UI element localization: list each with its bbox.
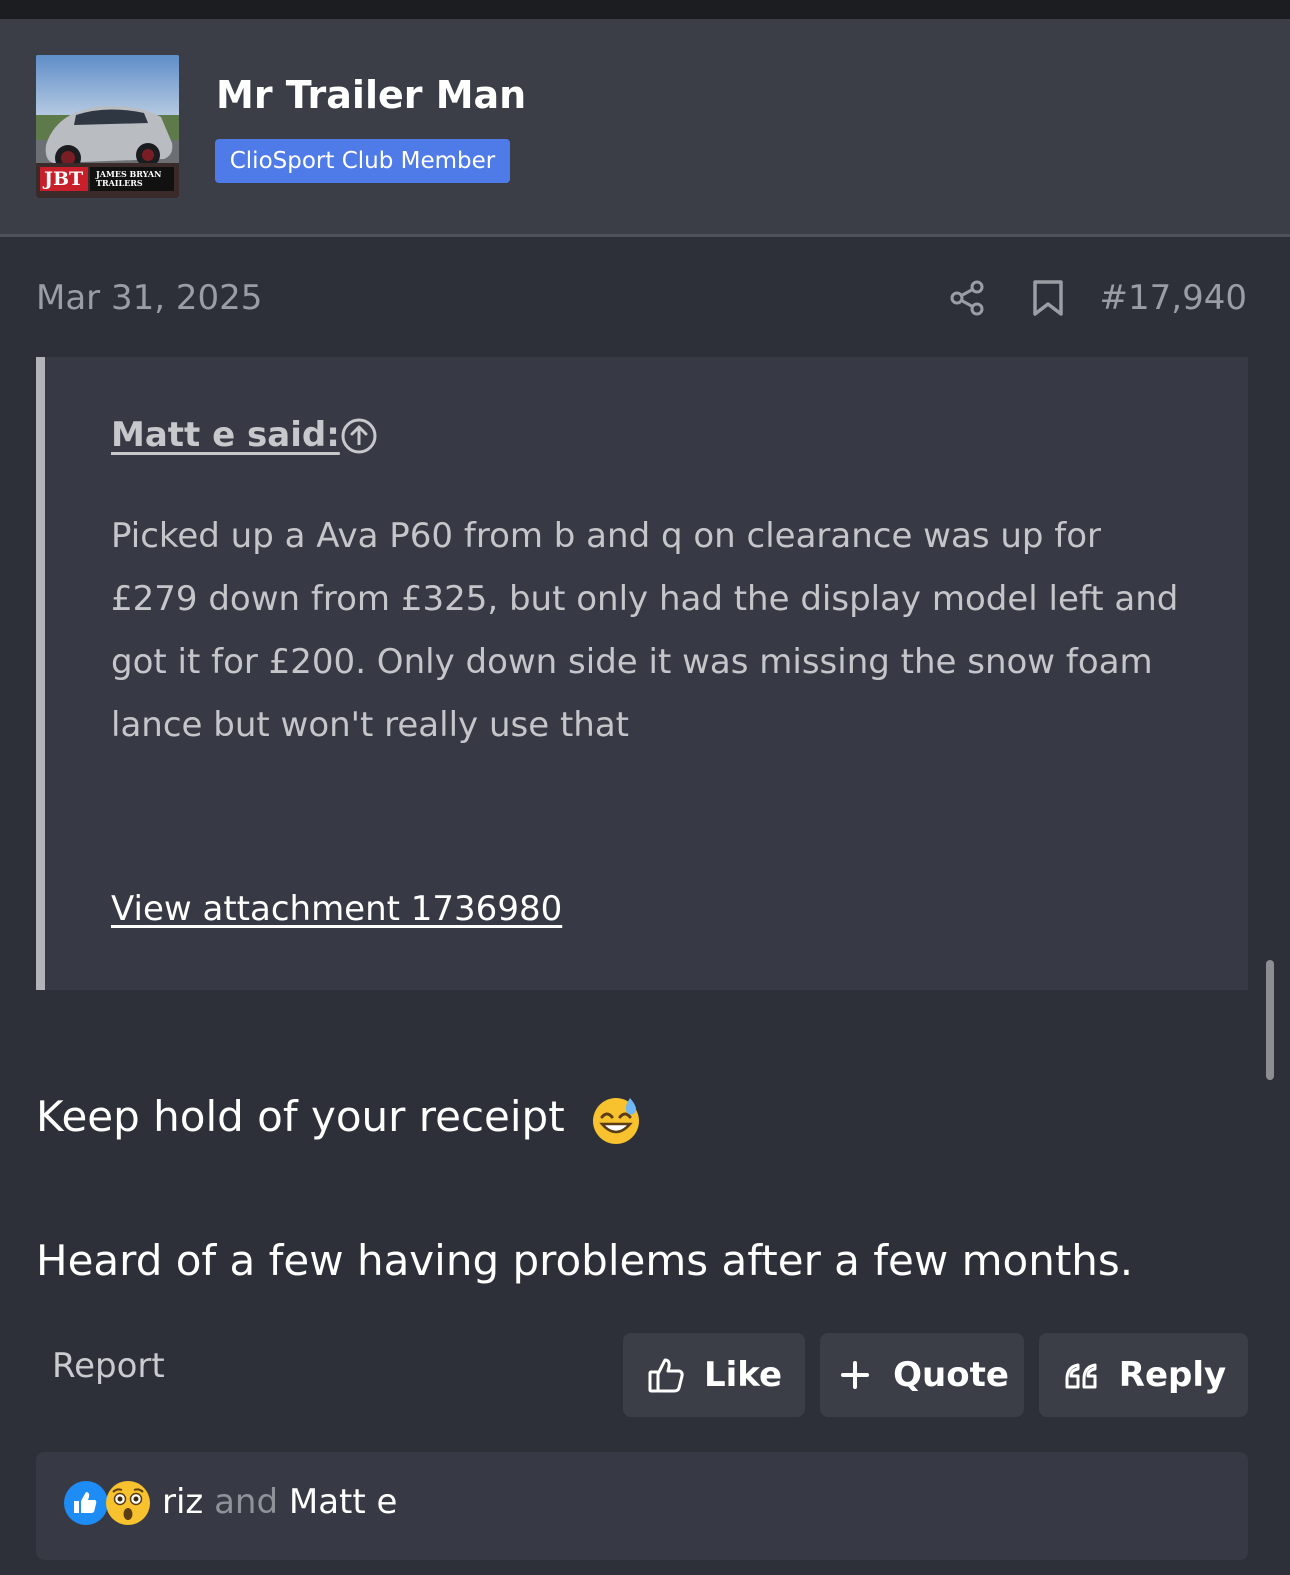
quoted-post: Matt e said: Picked up a Ava P60 from b … (36, 357, 1248, 990)
message-line-2: Heard of a few having problems after a f… (36, 1236, 1134, 1285)
reaction-user-matt-e[interactable]: Matt e (289, 1482, 398, 1522)
sweat-smile-emoji-icon (590, 1094, 642, 1146)
message-line-1: Keep hold of your receipt (36, 1092, 642, 1146)
post-author-header: JBT JAMES BRYAN TRAILERS Mr Trailer Man … (0, 19, 1290, 237)
thumbs-up-icon (648, 1358, 684, 1393)
quote-marks-icon (1065, 1363, 1097, 1389)
reactions-bar[interactable]: riz and Matt e (36, 1452, 1248, 1560)
post-number-link[interactable]: #17,940 (1100, 278, 1247, 318)
report-link[interactable]: Report (52, 1346, 165, 1386)
avatar-logo-subtext: JAMES BRYAN TRAILERS (96, 169, 162, 188)
quote-label: Quote (893, 1355, 1009, 1395)
reply-button[interactable]: Reply (1039, 1333, 1248, 1417)
avatar-logo-text: JBT (44, 168, 84, 190)
like-button[interactable]: Like (623, 1333, 805, 1417)
like-label: Like (703, 1355, 783, 1395)
reaction-user-riz[interactable]: riz (162, 1482, 203, 1522)
username-link[interactable]: Mr Trailer Man (216, 73, 526, 117)
quote-button[interactable]: Quote (820, 1333, 1024, 1417)
reactions-users: riz and Matt e (162, 1482, 397, 1522)
post-date[interactable]: Mar 31, 2025 (36, 278, 262, 318)
member-badge: ClioSport Club Member (215, 139, 510, 183)
view-attachment-link[interactable]: View attachment 1736980 (111, 889, 562, 929)
reaction-joiner: and (214, 1482, 279, 1522)
quote-text: Picked up a Ava P60 from b and q on clea… (111, 516, 1179, 745)
plus-icon (841, 1361, 870, 1389)
top-bar (0, 0, 1290, 19)
message-line-1-text: Keep hold of your receipt (36, 1092, 565, 1141)
wow-reaction-icon (106, 1481, 150, 1525)
like-reaction-icon (64, 1481, 108, 1525)
avatar[interactable]: JBT JAMES BRYAN TRAILERS (36, 55, 179, 198)
reaction-icons (64, 1481, 150, 1525)
reply-label: Reply (1118, 1355, 1227, 1395)
scrollbar-thumb[interactable] (1266, 960, 1274, 1080)
bookmark-icon[interactable] (1028, 278, 1068, 318)
quote-author-link[interactable]: Matt e said: (111, 415, 340, 455)
share-icon[interactable] (948, 278, 988, 318)
jump-to-quote-icon[interactable] (340, 417, 378, 455)
